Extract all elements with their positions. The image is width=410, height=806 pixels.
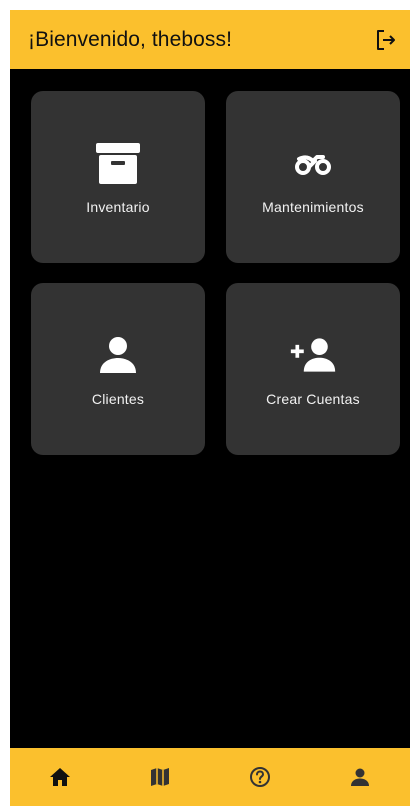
tile-mantenimientos[interactable]: Mantenimientos: [226, 91, 400, 263]
motorcycle-icon: [289, 139, 337, 187]
nav-help[interactable]: [230, 748, 290, 806]
nav-profile[interactable]: [330, 748, 390, 806]
nav-map[interactable]: [130, 748, 190, 806]
logout-button[interactable]: [368, 22, 404, 58]
help-icon: [250, 767, 270, 787]
tile-crear-cuentas[interactable]: Crear Cuentas: [226, 283, 400, 455]
page-title: ¡Bienvenido, theboss!: [28, 27, 233, 51]
nav-home[interactable]: [30, 748, 90, 806]
bottom-nav: [10, 748, 410, 806]
map-icon: [151, 768, 169, 786]
app-screen: ¡Bienvenido, theboss! Inventario Manteni…: [10, 10, 410, 806]
archive-box-icon: [94, 139, 142, 187]
tile-label: Mantenimientos: [262, 199, 364, 215]
tile-label: Inventario: [86, 199, 150, 215]
person-add-icon: [289, 331, 337, 379]
home-icon: [50, 768, 70, 786]
app-bar: ¡Bienvenido, theboss!: [10, 10, 410, 69]
logout-icon: [377, 29, 395, 50]
tile-clientes[interactable]: Clientes: [31, 283, 205, 455]
person-icon: [94, 331, 142, 379]
person-icon: [351, 768, 369, 786]
tile-label: Crear Cuentas: [266, 391, 360, 407]
tile-inventario[interactable]: Inventario: [31, 91, 205, 263]
tile-label: Clientes: [91, 391, 145, 407]
